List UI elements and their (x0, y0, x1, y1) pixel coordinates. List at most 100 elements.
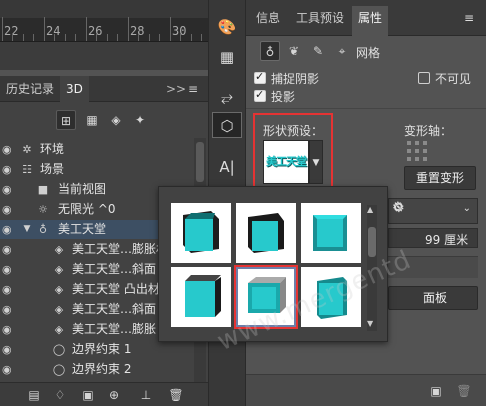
cast-shadows-checkbox[interactable] (254, 88, 266, 102)
chevron-up-icon[interactable]: ▲ (367, 205, 373, 214)
infinite-light-icon: ☼ (38, 203, 48, 216)
preset-thumb[interactable] (171, 267, 231, 327)
trash-icon[interactable]: 🗑 (166, 385, 186, 405)
grid-icon[interactable]: ▦ (212, 44, 242, 70)
layer-row[interactable]: ◉ ◯ 边界约束 1 (0, 340, 190, 359)
render-icon[interactable]: ▣ (426, 381, 446, 401)
scene-filter-icon[interactable]: ⊞ (56, 110, 76, 130)
invisible-checkbox[interactable] (418, 72, 430, 84)
chevron-down-icon[interactable]: ▼ (309, 140, 323, 184)
depth-field[interactable]: 99 厘米 (388, 228, 478, 248)
layer-row[interactable]: ◉ ☷ 场景 (0, 160, 190, 179)
visibility-eye-icon[interactable]: ◉ (2, 260, 16, 279)
constraint-icon: ◯ (52, 363, 66, 376)
light-filter-icon[interactable]: ✦ (130, 110, 150, 130)
layer-label: 边界约束 2 (72, 362, 132, 376)
material-icon: ◈ (54, 283, 64, 296)
constraint-add-icon[interactable]: ⊕ (104, 385, 124, 405)
tab-tool-presets[interactable]: 工具预设 (296, 6, 344, 36)
left-panel-footer: ▤ ♢ ▣ ⊕ ⊥ 🗑 (0, 382, 208, 406)
panel-button[interactable]: 面板 (388, 286, 478, 310)
mesh-filter-icon[interactable]: ▦ (82, 110, 102, 130)
visibility-eye-icon[interactable]: ◉ (2, 320, 16, 339)
visibility-eye-icon[interactable]: ◉ (2, 300, 16, 319)
material-icon: ◈ (54, 243, 64, 256)
character-icon[interactable]: A| (212, 154, 242, 180)
catch-shadows-label: 捕捉阴影 (271, 72, 320, 86)
shape-preset-popup: ▲ ▼ ⚙ (158, 186, 405, 342)
brush-settings-icon[interactable]: ⥂ (212, 84, 242, 110)
canvas-area (0, 42, 208, 70)
layer-row[interactable]: ◉ ✲ 环境 (0, 140, 190, 159)
panel-menu-icon[interactable]: ≡ (188, 76, 198, 102)
preset-thumb[interactable] (171, 203, 231, 263)
visibility-eye-icon[interactable]: ◉ (2, 160, 16, 179)
mesh-icon: ♁ (38, 223, 48, 236)
environment-icon: ✲ (22, 143, 32, 156)
preset-thumb[interactable] (301, 267, 361, 327)
layer-row[interactable]: ◉ ◯ 边界约束 2 (0, 360, 190, 379)
invisible-label: 不可见 (435, 72, 472, 86)
palette-icon[interactable]: 🎨 (212, 14, 242, 40)
preset-thumb[interactable] (301, 203, 361, 263)
material-filter-icon[interactable]: ◈ (106, 110, 126, 130)
preset-selected-highlight (234, 265, 298, 329)
layer-label: 美工天堂…斜面 (72, 302, 157, 316)
filter-toolbar: ⊞ ▦ ◈ ✦ (0, 106, 208, 136)
new-light-icon[interactable]: ♢ (50, 385, 70, 405)
left-panel-tabs: 历史记录 3D >> ≡ (0, 76, 208, 102)
render-icon[interactable]: ▣ (78, 385, 98, 405)
cap-tab-icon[interactable]: ✎ (308, 41, 328, 61)
3d-cube-icon[interactable]: ⬡ (212, 112, 242, 138)
visibility-eye-icon[interactable]: ◉ (2, 180, 16, 199)
visibility-eye-icon[interactable]: ◉ (2, 360, 16, 379)
shape-preset-label: 形状预设： (263, 124, 324, 138)
deform-tab-icon[interactable]: ❦ (284, 41, 304, 61)
gear-icon[interactable]: ⚙ (392, 200, 404, 215)
coordinates-tab-icon[interactable]: ⌖ (332, 41, 352, 61)
visibility-eye-icon[interactable]: ◉ (2, 200, 16, 219)
tab-info[interactable]: 信息 (256, 6, 280, 36)
panel-menu-icon[interactable]: ≡ (464, 6, 474, 36)
chevron-down-icon[interactable]: ▼ (367, 319, 373, 328)
visibility-eye-icon[interactable]: ◉ (2, 280, 16, 299)
visibility-eye-icon[interactable]: ◉ (2, 240, 16, 259)
deform-axis-label: 变形轴： (404, 124, 453, 138)
layer-label: 美工天堂 凸出材质 (72, 282, 172, 296)
catch-shadows-checkbox[interactable] (254, 70, 266, 84)
preset-thumb[interactable] (236, 203, 296, 263)
visibility-eye-icon[interactable]: ◉ (2, 220, 16, 239)
panel-button-label: 面板 (423, 291, 448, 305)
chevron-down-icon[interactable]: ▼ (20, 220, 34, 239)
layer-label: 美工天堂…斜面 (72, 262, 157, 276)
tab-3d[interactable]: 3D (60, 76, 89, 102)
material-icon: ◈ (54, 263, 64, 276)
scene-icon: ☷ (22, 163, 32, 176)
extrusion-slider[interactable] (388, 256, 478, 278)
visibility-eye-icon[interactable]: ◉ (2, 340, 16, 359)
properties-footer: ▣ 🗑 (246, 374, 486, 406)
constraint-icon: ◯ (52, 343, 66, 356)
layer-label: 美工天堂 (58, 222, 107, 236)
new-mesh-icon[interactable]: ▤ (24, 385, 44, 405)
right-panel-tabs: 信息 工具预设 属性 ≡ (246, 0, 486, 36)
shape-preset-preview[interactable]: 美工天堂 (263, 140, 309, 184)
properties-subtabs: ♁ ❦ ✎ ⌖ 网格 (246, 36, 486, 66)
ground-icon[interactable]: ⊥ (136, 385, 156, 405)
layer-label: 美工天堂…膨胀 (72, 322, 157, 336)
preset-preview-text: 美工天堂 (266, 155, 307, 168)
tab-properties[interactable]: 属性 (352, 6, 389, 36)
reset-deform-button[interactable]: 重置变形 (404, 166, 476, 190)
collapse-icon[interactable]: >> (166, 76, 186, 102)
layer-label: 边界约束 1 (72, 342, 132, 356)
tab-history[interactable]: 历史记录 (0, 76, 60, 102)
visibility-eye-icon[interactable]: ◉ (2, 140, 16, 159)
ruler: 22 24 26 28 30 (0, 17, 208, 42)
deform-axis-grid-icon[interactable] (406, 140, 428, 162)
mesh-tab-label[interactable]: 网格 (356, 44, 380, 61)
popup-scrollbar[interactable]: ▲ ▼ (367, 205, 377, 331)
mesh-tab-icon[interactable]: ♁ (260, 41, 280, 61)
trash-icon[interactable]: 🗑 (454, 381, 474, 401)
cast-shadows-label: 投影 (271, 90, 296, 104)
top-bar (0, 0, 208, 18)
